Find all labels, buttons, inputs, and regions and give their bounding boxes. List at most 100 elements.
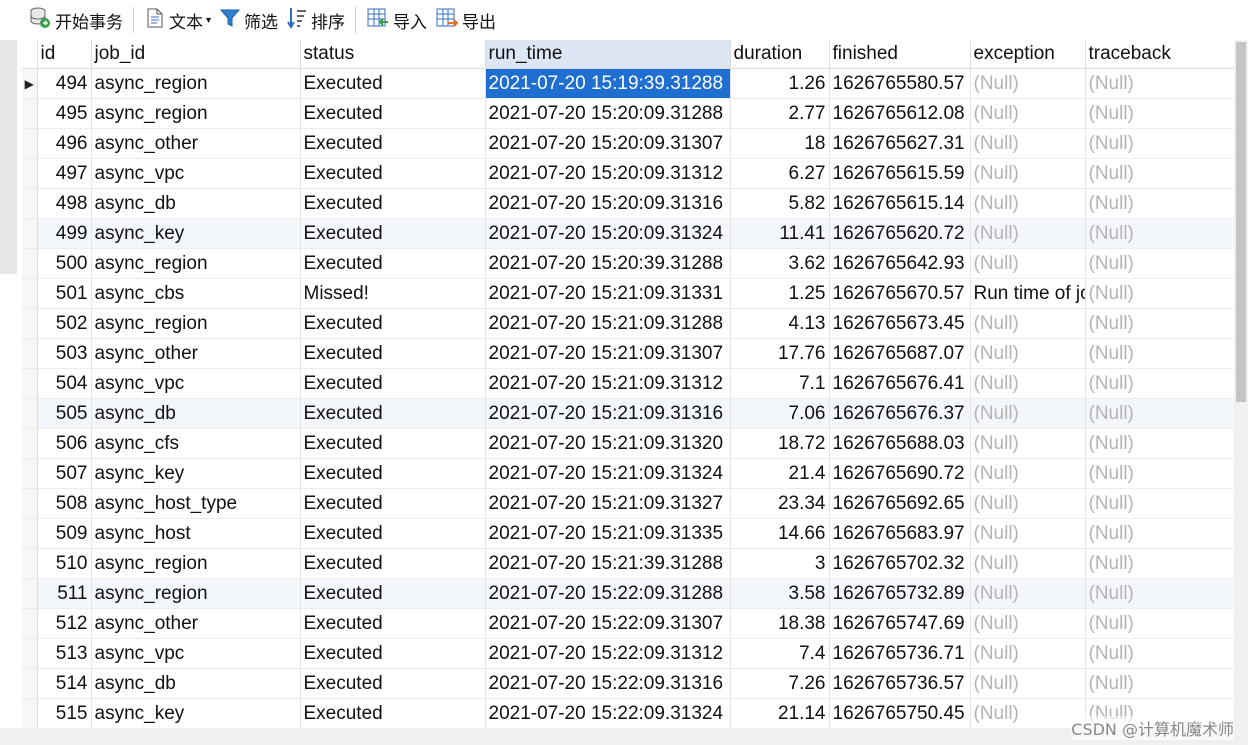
table-row[interactable]: 509 async_host Executed 2021-07-20 15:21:09…: [22, 518, 1234, 549]
cell-finished[interactable]: 1626765692.65: [829, 488, 971, 519]
cell-finished[interactable]: 1626765620.72: [829, 218, 971, 249]
cell-status[interactable]: Executed: [300, 518, 486, 549]
cell-id[interactable]: 499: [37, 218, 92, 249]
cell-traceback[interactable]: (Null): [1085, 668, 1234, 699]
cell-job-id[interactable]: async_other: [91, 338, 301, 369]
cell-finished[interactable]: 1626765702.32: [829, 548, 971, 579]
cell-id[interactable]: 502: [37, 308, 92, 339]
table-row[interactable]: 495 async_region Executed 2021-07-20 15:20:…: [22, 98, 1234, 129]
column-header-job-id[interactable]: job_id: [91, 40, 301, 69]
cell-exception[interactable]: (Null): [970, 68, 1086, 99]
import-button[interactable]: 导入: [362, 5, 431, 35]
cell-exception[interactable]: (Null): [970, 548, 1086, 579]
cell-id[interactable]: 504: [37, 368, 92, 399]
cell-run-time[interactable]: 2021-07-20 15:21:09.31327: [485, 488, 731, 519]
cell-status[interactable]: Executed: [300, 338, 486, 369]
cell-job-id[interactable]: async_key: [91, 698, 301, 728]
cell-finished[interactable]: 1626765670.57: [829, 278, 971, 309]
cell-job-id[interactable]: async_region: [91, 308, 301, 339]
cell-exception[interactable]: (Null): [970, 128, 1086, 159]
cell-run-time[interactable]: 2021-07-20 15:20:09.31324: [485, 218, 731, 249]
cell-id[interactable]: 497: [37, 158, 92, 189]
cell-run-time[interactable]: 2021-07-20 15:22:09.31324: [485, 698, 731, 728]
table-row[interactable]: 510 async_region Executed 2021-07-20 15:21:…: [22, 548, 1234, 579]
cell-run-time[interactable]: 2021-07-20 15:20:09.31316: [485, 188, 731, 219]
column-header-traceback[interactable]: traceback: [1085, 40, 1234, 69]
cell-id[interactable]: 503: [37, 338, 92, 369]
cell-status[interactable]: Executed: [300, 488, 486, 519]
cell-status[interactable]: Executed: [300, 128, 486, 159]
cell-exception[interactable]: (Null): [970, 428, 1086, 459]
cell-exception[interactable]: (Null): [970, 488, 1086, 519]
cell-exception[interactable]: (Null): [970, 248, 1086, 279]
cell-run-time[interactable]: 2021-07-20 15:21:39.31288: [485, 548, 731, 579]
row-indicator[interactable]: [22, 128, 38, 159]
cell-traceback[interactable]: (Null): [1085, 488, 1234, 519]
cell-finished[interactable]: 1626765612.08: [829, 98, 971, 129]
cell-status[interactable]: Executed: [300, 368, 486, 399]
cell-finished[interactable]: 1626765736.57: [829, 668, 971, 699]
cell-run-time[interactable]: 2021-07-20 15:21:09.31324: [485, 458, 731, 489]
cell-duration[interactable]: 18: [730, 128, 830, 159]
cell-id[interactable]: 512: [37, 608, 92, 639]
cell-traceback[interactable]: (Null): [1085, 398, 1234, 429]
cell-duration[interactable]: 2.77: [730, 98, 830, 129]
cell-finished[interactable]: 1626765683.97: [829, 518, 971, 549]
cell-finished[interactable]: 1626765580.57: [829, 68, 971, 99]
row-indicator[interactable]: [22, 398, 38, 429]
cell-id[interactable]: 501: [37, 278, 92, 309]
cell-run-time[interactable]: 2021-07-20 15:20:09.31288: [485, 98, 731, 129]
cell-finished[interactable]: 1626765673.45: [829, 308, 971, 339]
cell-traceback[interactable]: (Null): [1085, 368, 1234, 399]
cell-run-time[interactable]: 2021-07-20 15:22:09.31307: [485, 608, 731, 639]
table-row[interactable]: 514 async_db Executed 2021-07-20 15:22:09.3…: [22, 668, 1234, 699]
row-indicator[interactable]: [22, 668, 38, 699]
cell-status[interactable]: Executed: [300, 458, 486, 489]
column-header-exception[interactable]: exception: [970, 40, 1086, 69]
cell-finished[interactable]: 1626765615.59: [829, 158, 971, 189]
row-indicator[interactable]: [22, 188, 38, 219]
cell-traceback[interactable]: (Null): [1085, 428, 1234, 459]
cell-finished[interactable]: 1626765690.72: [829, 458, 971, 489]
cell-duration[interactable]: 7.4: [730, 638, 830, 669]
cell-run-time[interactable]: 2021-07-20 15:21:09.31320: [485, 428, 731, 459]
cell-exception[interactable]: (Null): [970, 98, 1086, 129]
cell-id[interactable]: 505: [37, 398, 92, 429]
cell-finished[interactable]: 1626765736.71: [829, 638, 971, 669]
cell-status[interactable]: Executed: [300, 248, 486, 279]
cell-exception[interactable]: (Null): [970, 608, 1086, 639]
cell-job-id[interactable]: async_vpc: [91, 368, 301, 399]
table-row[interactable]: 503 async_other Executed 2021-07-20 15:21:0…: [22, 338, 1234, 369]
cell-status[interactable]: Executed: [300, 548, 486, 579]
cell-run-time[interactable]: 2021-07-20 15:20:39.31288: [485, 248, 731, 279]
table-row[interactable]: 512 async_other Executed 2021-07-20 15:22:0…: [22, 608, 1234, 639]
cell-finished[interactable]: 1626765642.93: [829, 248, 971, 279]
cell-traceback[interactable]: (Null): [1085, 638, 1234, 669]
row-indicator[interactable]: [22, 368, 38, 399]
table-row[interactable]: 508 async_host_type Executed 2021-07-20 15:…: [22, 488, 1234, 519]
row-indicator[interactable]: [22, 98, 38, 129]
row-indicator[interactable]: [22, 338, 38, 369]
sort-button[interactable]: 排序: [282, 5, 349, 35]
cell-id[interactable]: 511: [37, 578, 92, 609]
begin-transaction-button[interactable]: 开始事务: [24, 5, 127, 35]
cell-status[interactable]: Executed: [300, 188, 486, 219]
cell-duration[interactable]: 3: [730, 548, 830, 579]
cell-duration[interactable]: 14.66: [730, 518, 830, 549]
cell-finished[interactable]: 1626765687.07: [829, 338, 971, 369]
row-pointer-icon[interactable]: ▶: [22, 68, 38, 99]
cell-status[interactable]: Executed: [300, 218, 486, 249]
cell-job-id[interactable]: async_region: [91, 578, 301, 609]
cell-traceback[interactable]: (Null): [1085, 158, 1234, 189]
cell-duration[interactable]: 7.26: [730, 668, 830, 699]
cell-status[interactable]: Executed: [300, 398, 486, 429]
table-row[interactable]: 505 async_db Executed 2021-07-20 15:21:09.3…: [22, 398, 1234, 429]
row-indicator[interactable]: [22, 698, 38, 728]
row-indicator[interactable]: [22, 548, 38, 579]
column-header-run-time[interactable]: run_time: [485, 40, 731, 69]
cell-job-id[interactable]: async_region: [91, 248, 301, 279]
cell-exception[interactable]: (Null): [970, 698, 1086, 728]
cell-duration[interactable]: 1.26: [730, 68, 830, 99]
cell-run-time[interactable]: 2021-07-20 15:19:39.31288: [485, 68, 731, 99]
table-row[interactable]: 506 async_cfs Executed 2021-07-20 15:21:09.…: [22, 428, 1234, 459]
